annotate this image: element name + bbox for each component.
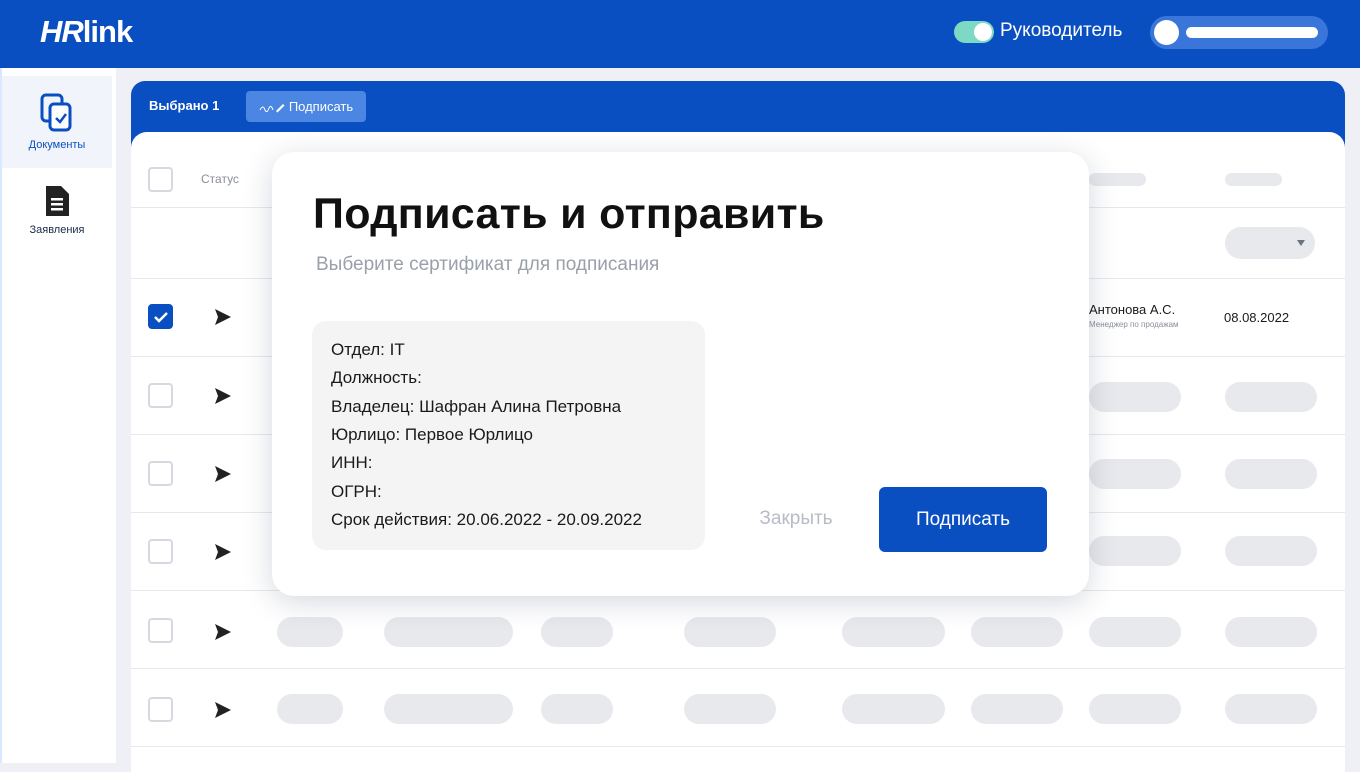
send-icon <box>215 388 231 404</box>
cell-placeholder <box>541 694 613 724</box>
cert-department: Отдел: IT <box>331 340 405 359</box>
row-checkbox[interactable] <box>148 383 173 408</box>
cell-placeholder <box>277 694 343 724</box>
row-checkbox[interactable] <box>148 461 173 486</box>
column-header-placeholder <box>1089 173 1146 186</box>
cell-placeholder <box>1089 536 1181 566</box>
sign-selected-button[interactable]: Подписать <box>246 91 366 122</box>
cert-ogrn: ОГРН: <box>331 482 382 501</box>
cell-placeholder <box>1089 459 1181 489</box>
cell-placeholder <box>1089 617 1181 647</box>
cell-placeholder <box>1089 694 1181 724</box>
avatar <box>1154 20 1179 45</box>
send-icon <box>215 309 231 325</box>
cell-placeholder <box>684 617 776 647</box>
cert-validity: Срок действия: 20.06.2022 - 20.09.2022 <box>331 510 642 529</box>
sidebar-item-label: Заявления <box>29 224 85 236</box>
cell-placeholder <box>384 694 513 724</box>
file-text-icon <box>46 186 69 216</box>
cell-placeholder <box>1225 382 1317 412</box>
cell-placeholder <box>1225 617 1317 647</box>
logo-hr: HR <box>40 14 84 49</box>
close-button[interactable]: Закрыть <box>744 503 848 535</box>
checkmark-icon <box>153 311 168 323</box>
cell-placeholder <box>1225 459 1317 489</box>
cell-placeholder <box>277 617 343 647</box>
sign-button[interactable]: Подписать <box>879 487 1047 552</box>
logo[interactable]: HR link <box>40 12 133 52</box>
filter-dropdown[interactable] <box>1225 227 1315 259</box>
cell-placeholder <box>384 617 513 647</box>
row-checkbox[interactable] <box>148 539 173 564</box>
signature-icon <box>259 103 285 112</box>
row-divider <box>131 746 1345 747</box>
column-header-placeholder <box>1225 173 1282 186</box>
select-all-checkbox[interactable] <box>148 167 173 192</box>
row-checkbox[interactable] <box>148 618 173 643</box>
cell-placeholder <box>842 694 945 724</box>
row-checkbox[interactable] <box>148 304 173 329</box>
row-divider <box>131 668 1345 669</box>
cert-position: Должность: <box>331 368 422 387</box>
dialog-title: Подписать и отправить <box>313 190 825 238</box>
row-checkbox[interactable] <box>148 697 173 722</box>
sidebar-item-label: Документы <box>28 139 86 151</box>
send-icon <box>215 624 231 640</box>
cell-placeholder <box>1225 536 1317 566</box>
document-date: 08.08.2022 <box>1224 310 1290 325</box>
cell-placeholder <box>541 617 613 647</box>
chevron-down-icon <box>1297 240 1305 246</box>
cert-entity: Юрлицо: Первое Юрлицо <box>331 425 533 444</box>
role-toggle[interactable] <box>954 21 994 43</box>
sign-selected-label: Подписать <box>288 99 354 114</box>
send-icon <box>215 702 231 718</box>
cell-placeholder <box>1089 382 1181 412</box>
status-column-header: Статус <box>201 172 239 186</box>
documents-icon <box>40 93 72 132</box>
cell-placeholder <box>971 694 1063 724</box>
cert-inn: ИНН: <box>331 453 373 472</box>
send-icon <box>215 544 231 560</box>
logo-link: link <box>82 14 133 49</box>
cell-placeholder <box>684 694 776 724</box>
dialog-subtitle: Выберите сертификат для подписания <box>316 254 660 275</box>
employee-role: Менеджер по продажам <box>1089 320 1179 329</box>
toggle-knob <box>974 23 992 41</box>
user-menu[interactable] <box>1150 16 1328 49</box>
cert-owner: Владелец: Шафран Алина Петровна <box>331 397 622 416</box>
cell-placeholder <box>971 617 1063 647</box>
role-label: Руководитель <box>1000 20 1123 41</box>
selected-count: Выбрано 1 <box>149 98 220 113</box>
send-icon <box>215 466 231 482</box>
cell-placeholder <box>1225 694 1317 724</box>
employee-name: Антонова А.С. <box>1089 302 1176 317</box>
sidebar-item-documents[interactable]: Документы <box>2 76 112 168</box>
sidebar-item-applications[interactable]: Заявления <box>2 164 112 256</box>
cell-placeholder <box>842 617 945 647</box>
user-name-placeholder <box>1186 27 1318 38</box>
